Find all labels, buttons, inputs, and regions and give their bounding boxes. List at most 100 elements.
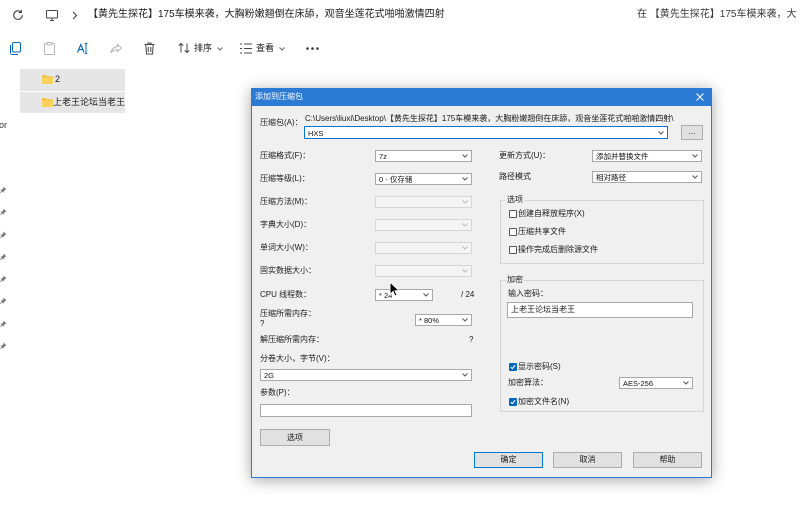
archive-name-combo[interactable]: HXS [304, 126, 668, 139]
decompress-memory-label: 解压缩所需内存： [260, 335, 324, 344]
share-icon[interactable] [110, 43, 123, 55]
path-mode-label: 路径模式 [499, 172, 531, 181]
format-select[interactable]: 7z [375, 150, 472, 162]
chevron-down-icon [462, 177, 468, 181]
pin-icon[interactable] [0, 208, 7, 215]
pin-icon[interactable] [0, 186, 7, 193]
pin-icon[interactable] [0, 320, 7, 327]
encryption-group: 加密 输入密码： 上老王论坛当老王 显示密码(S) 加密算法： AES-256 … [500, 275, 704, 412]
explorer-header: 【黄先生探花】175车模来袭，大胸粉嫩翘倒在床舔，观音坐莲花式啪啪激情四射 在 … [0, 0, 800, 66]
encryption-group-title: 加密 [506, 275, 524, 285]
archive-label: 压缩包(A)： [260, 118, 303, 127]
volume-size-combo[interactable]: 2G [260, 369, 472, 381]
browse-button[interactable]: ... [681, 125, 703, 140]
password-value: 上老王论坛当老王 [511, 305, 575, 314]
chevron-down-icon [683, 381, 689, 385]
level-select[interactable]: 0 - 仅存储 [375, 173, 472, 185]
quick-access-pins [0, 186, 8, 356]
solid-block-label: 固实数据大小： [260, 266, 316, 275]
paste-icon[interactable] [44, 42, 55, 55]
chevron-down-icon [462, 154, 468, 158]
shared-files-checkbox[interactable] [509, 228, 517, 236]
add-to-archive-dialog: 添加到压缩包 压缩包(A)： C:\Users\liuxi\Desktop\【黄… [251, 88, 712, 478]
chevron-down-icon [279, 47, 285, 51]
list-item[interactable]: 上老王论坛当老王 [20, 92, 125, 113]
dialog-title: 添加到压缩包 [255, 92, 303, 101]
delete-after-checkbox[interactable] [509, 246, 517, 254]
cpu-threads-label: CPU 线程数： [260, 290, 312, 299]
encryption-method-value: AES-256 [623, 379, 654, 388]
volume-size-label: 分卷大小，字节(V)： [260, 354, 335, 363]
chevron-down-icon[interactable] [658, 130, 664, 135]
monitor-icon[interactable] [46, 10, 58, 21]
path-mode-value: 相对路径 [596, 173, 626, 182]
pin-icon[interactable] [0, 275, 7, 282]
chevron-down-icon [462, 223, 468, 227]
decompress-memory-value: ? [469, 335, 474, 344]
close-icon[interactable] [696, 93, 704, 101]
chevron-down-icon [692, 175, 698, 179]
level-value: 0 - 仅存储 [379, 175, 413, 184]
compress-memory-label: 压缩所需内存： [260, 309, 316, 318]
sort-button[interactable]: 排序 [176, 40, 226, 56]
pin-icon[interactable] [0, 231, 7, 238]
sfx-checkbox[interactable] [509, 210, 517, 218]
parameters-label: 参数(P)： [260, 388, 295, 397]
archive-name-value: HXS [308, 128, 324, 138]
chevron-right-icon[interactable] [72, 11, 78, 20]
chevron-down-icon [462, 246, 468, 250]
view-button[interactable]: 查看 [238, 40, 288, 56]
options-button[interactable]: 选项 [260, 429, 330, 446]
memory-limit-select[interactable]: * 80% [415, 314, 472, 326]
address-path[interactable]: 【黄先生探花】175车模来袭，大胸粉嫩翘倒在床舔，观音坐莲花式啪啪激情四射 [88, 8, 445, 22]
cancel-button[interactable]: 取消 [553, 452, 622, 468]
mouse-cursor-icon [389, 281, 400, 297]
view-label: 查看 [256, 43, 275, 53]
rename-icon[interactable] [76, 42, 89, 55]
memory-limit-value: * 80% [419, 316, 440, 325]
chevron-down-icon [462, 200, 468, 204]
more-options-icon[interactable] [306, 47, 319, 50]
ok-button[interactable]: 确定 [474, 452, 543, 468]
password-input[interactable]: 上老王论坛当老王 [507, 302, 693, 318]
word-size-select [375, 242, 472, 254]
update-mode-value: 添加并替换文件 [596, 152, 649, 161]
pin-icon[interactable] [0, 297, 7, 304]
cpu-threads-max: / 24 [461, 290, 475, 299]
pin-icon[interactable] [0, 342, 7, 349]
format-value: 7z [379, 152, 387, 161]
encrypt-names-label[interactable]: 加密文件名(N) [518, 397, 569, 407]
shared-files-checkbox-label[interactable]: 压缩共享文件 [518, 227, 566, 237]
help-button[interactable]: 帮助 [633, 452, 702, 468]
method-label: 压缩方法(M)： [260, 197, 312, 206]
delete-after-checkbox-label[interactable]: 操作完成后删除源文件 [518, 245, 598, 255]
refresh-icon[interactable] [12, 9, 24, 21]
parameters-input[interactable] [260, 404, 472, 417]
method-select [375, 196, 472, 208]
dialog-title-bar[interactable]: 添加到压缩包 [252, 89, 711, 106]
show-password-checkbox[interactable] [509, 363, 517, 371]
dictionary-label: 字典大小(D)： [260, 220, 312, 229]
update-mode-select[interactable]: 添加并替换文件 [592, 150, 702, 162]
nav-pane-text-fragment[interactable]: or [0, 119, 7, 131]
chevron-down-icon [462, 318, 468, 322]
copy-icon[interactable] [9, 42, 21, 55]
word-size-label: 单词大小(W)： [260, 243, 313, 252]
path-mode-select[interactable]: 相对路径 [592, 171, 702, 183]
show-password-label[interactable]: 显示密码(S) [518, 362, 561, 372]
dictionary-select [375, 219, 472, 231]
volume-size-value: 2G [264, 371, 275, 380]
search-box-text[interactable]: 在 【黄先生探花】175车模来袭，大 [637, 8, 800, 22]
chevron-down-icon [692, 154, 698, 158]
pin-icon[interactable] [0, 253, 7, 260]
encrypt-names-checkbox[interactable] [509, 398, 517, 406]
list-item[interactable]: 2 [20, 69, 125, 91]
options-group-title: 选项 [506, 195, 524, 205]
sfx-checkbox-label[interactable]: 创建自释放程序(X) [518, 209, 585, 219]
delete-icon[interactable] [144, 42, 155, 55]
cpu-threads-select[interactable]: * 24 [375, 289, 433, 301]
sort-icon [178, 42, 190, 54]
archive-folder-path: C:\Users\liuxi\Desktop\【黄先生探花】175车模来袭，大胸… [305, 114, 674, 123]
view-icon [240, 43, 252, 54]
encryption-method-select[interactable]: AES-256 [619, 377, 693, 389]
